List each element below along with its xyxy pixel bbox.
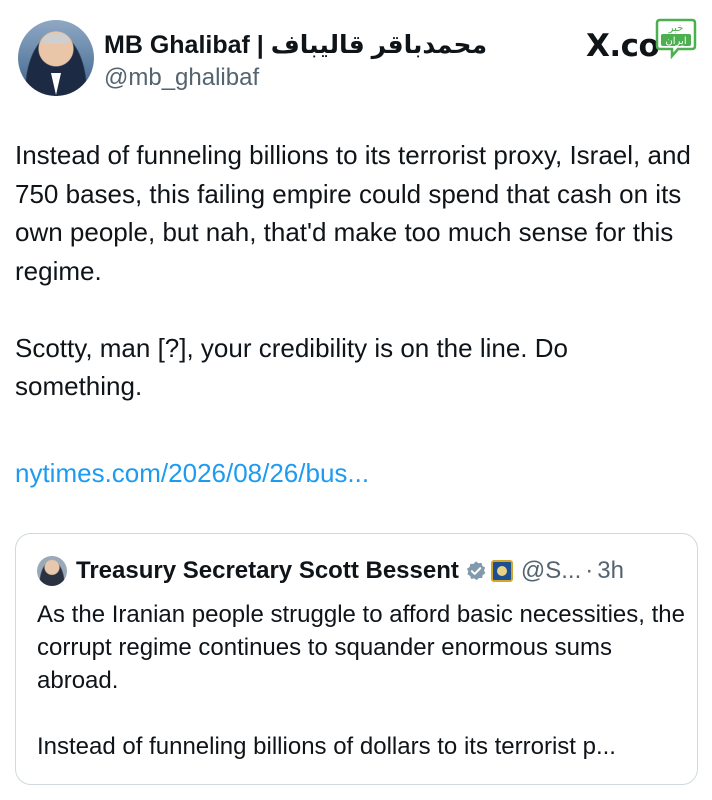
avatar-shirt [51, 73, 61, 95]
author-avatar[interactable] [18, 20, 94, 96]
meta-separator: · [585, 557, 594, 584]
quoted-tweet-card[interactable]: Treasury Secretary Scott Bessent @S... ·… [15, 533, 698, 785]
tweet-paragraph: Instead of funneling billions to its ter… [15, 140, 691, 286]
tweet-paragraph: Scotty, man [?], your credibility is on … [15, 332, 568, 402]
quoted-author-name[interactable]: Treasury Secretary Scott Bessent [76, 557, 459, 585]
quoted-author-handle[interactable]: @S... [521, 557, 581, 585]
article-link[interactable]: nytimes.com/2026/08/26/bus... [15, 458, 369, 489]
author-display-name[interactable]: MB Ghalibaf | محمدباقر قالیباف [104, 30, 487, 60]
badge-text-top: خبر [668, 23, 684, 34]
quoted-author-avatar[interactable] [37, 556, 67, 586]
tweet-body: Instead of funneling billions to its ter… [15, 136, 700, 444]
author-name-row[interactable]: MB Ghalibaf | محمدباقر قالیباف [104, 28, 487, 62]
news-badge-icon: خبر ایران [655, 18, 697, 60]
avatar-hair [43, 34, 69, 44]
x-logo-watermark: X.co [586, 28, 660, 64]
badge-text-bottom: ایران [665, 36, 686, 47]
quoted-tweet-header: Treasury Secretary Scott Bessent @S... ·… [37, 556, 624, 586]
quoted-tweet-time[interactable]: 3h [597, 557, 624, 585]
quoted-paragraph: Instead of funneling billions of dollars… [37, 733, 616, 760]
quoted-tweet-body: As the Iranian people struggle to afford… [37, 598, 687, 796]
quoted-paragraph: As the Iranian people struggle to afford… [37, 601, 685, 694]
gray-verified-badge-icon [466, 561, 486, 581]
x-logo-text: X.co [586, 28, 660, 64]
author-handle[interactable]: @mb_ghalibaf [104, 64, 259, 92]
treasury-seal-icon [490, 560, 513, 582]
